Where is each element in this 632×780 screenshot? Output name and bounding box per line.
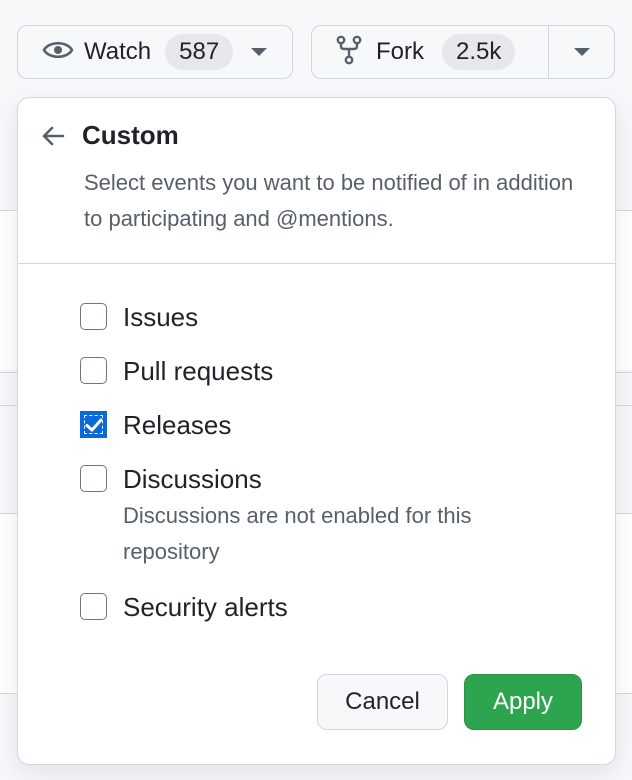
option-note: Discussions are not enabled for this rep… xyxy=(123,503,472,564)
eye-icon xyxy=(42,38,74,67)
caret-down-icon xyxy=(573,48,590,56)
option-issues[interactable]: Issues xyxy=(80,300,615,334)
dialog-description: Select events you want to be notified of… xyxy=(84,170,574,231)
fork-dropdown-button[interactable] xyxy=(548,26,614,78)
option-label: Discussions xyxy=(123,464,262,494)
cancel-button[interactable]: Cancel xyxy=(317,674,448,730)
watch-button-group: Watch 587 xyxy=(17,25,293,79)
apply-button[interactable]: Apply xyxy=(464,674,582,730)
event-options: Issues Pull requests Releases Discussion… xyxy=(18,264,615,624)
watch-count: 587 xyxy=(165,34,234,70)
fork-button[interactable]: Fork 2.5k xyxy=(312,26,516,78)
custom-notifications-dialog: Custom Select events you want to be noti… xyxy=(17,97,616,765)
checkbox-issues[interactable] xyxy=(80,303,107,330)
option-pull-requests[interactable]: Pull requests xyxy=(80,354,615,388)
option-security-alerts[interactable]: Security alerts xyxy=(80,590,615,624)
option-releases[interactable]: Releases xyxy=(80,408,615,442)
dialog-header: Custom Select events you want to be noti… xyxy=(18,98,615,264)
check-icon xyxy=(85,418,102,431)
watch-label: Watch xyxy=(84,38,152,65)
watch-dropdown-button[interactable] xyxy=(251,26,268,78)
option-label: Security alerts xyxy=(123,592,288,622)
caret-down-icon xyxy=(251,48,268,56)
option-label: Releases xyxy=(123,410,232,440)
option-discussions[interactable]: Discussions Discussions are not enabled … xyxy=(80,462,615,570)
option-label: Pull requests xyxy=(123,356,274,386)
dialog-actions: Cancel Apply xyxy=(317,674,582,730)
checkbox-releases[interactable] xyxy=(80,411,107,438)
fork-label: Fork xyxy=(376,38,424,65)
dialog-title: Custom xyxy=(82,120,179,150)
checkbox-pull-requests[interactable] xyxy=(80,357,107,384)
fork-button-group: Fork 2.5k xyxy=(311,25,615,79)
back-button[interactable] xyxy=(40,123,66,149)
option-label: Issues xyxy=(123,302,199,332)
watch-button[interactable]: Watch 587 xyxy=(18,26,234,78)
fork-count: 2.5k xyxy=(442,34,516,70)
arrow-left-icon xyxy=(42,126,65,145)
repo-forked-icon xyxy=(336,35,362,70)
checkbox-security-alerts[interactable] xyxy=(80,593,107,620)
checkbox-discussions[interactable] xyxy=(80,465,107,492)
